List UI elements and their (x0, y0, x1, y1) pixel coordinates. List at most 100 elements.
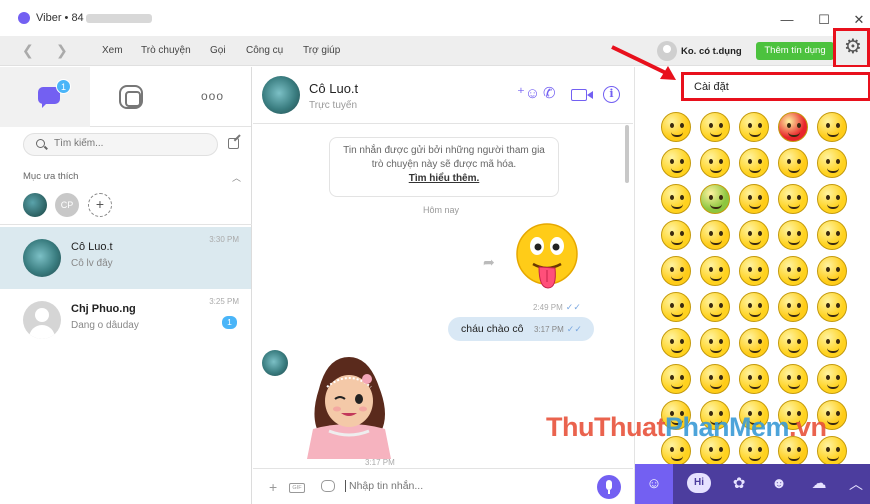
scrollbar[interactable] (625, 125, 629, 183)
emoji-icon[interactable] (778, 112, 808, 142)
emoji-icon[interactable] (778, 256, 808, 286)
add-participant-icon[interactable]: ⁺☺ (517, 86, 540, 101)
encryption-text: Tin nhắn được gửi bởi những người tham g… (343, 145, 545, 170)
close-icon[interactable]: ✕ (852, 12, 866, 28)
account-name[interactable]: Ko. có t.dụng (681, 46, 742, 57)
learn-more-link[interactable]: Tìm hiểu thêm. (330, 172, 558, 186)
emoji-icon[interactable] (778, 184, 808, 214)
settings-gear-highlight[interactable]: ⚙ (833, 28, 870, 68)
avatar (23, 301, 61, 339)
emoji-icon[interactable] (778, 292, 808, 322)
emoji-icon[interactable] (700, 256, 730, 286)
search-input[interactable] (54, 138, 214, 149)
forward-icon[interactable]: ➦ (483, 254, 495, 271)
conversation-name: Chj Phuo.ng (71, 303, 136, 315)
sender-avatar[interactable] (262, 350, 288, 376)
phone-call-icon[interactable]: ✆ (543, 86, 556, 101)
chevron-up-icon[interactable]: ︿ (232, 171, 241, 184)
emoji-icon[interactable] (739, 112, 769, 142)
emoji-icon[interactable] (661, 220, 691, 250)
emoji-icon[interactable] (778, 148, 808, 178)
message-input[interactable] (345, 480, 585, 492)
favorite-avatar[interactable]: CP (55, 193, 79, 217)
add-favorite-button[interactable]: + (88, 193, 112, 217)
emoji-icon[interactable] (817, 292, 847, 322)
menu-call[interactable]: Gọi (210, 45, 226, 56)
emoji-icon[interactable] (739, 184, 769, 214)
forward-arrow-icon[interactable]: ❯ (56, 42, 68, 59)
divider (0, 224, 252, 225)
contact-avatar[interactable] (262, 76, 300, 114)
tab-explore[interactable] (119, 85, 143, 109)
video-call-icon[interactable] (571, 89, 593, 101)
info-icon[interactable]: i (603, 86, 620, 103)
settings-label[interactable]: Cài đặt (694, 81, 729, 93)
emoji-icon[interactable] (817, 256, 847, 286)
emoji-icon[interactable] (661, 112, 691, 142)
emoji-icon[interactable] (778, 220, 808, 250)
emoji-icon[interactable] (700, 148, 730, 178)
favorite-avatar[interactable] (23, 193, 47, 217)
message-time: 3:17 PM ✓✓ (534, 324, 582, 334)
conversation-item[interactable]: Chj Phuo.ng Dang o dâuday 3:25 PM 1 (0, 289, 251, 351)
emoji-icon[interactable] (661, 292, 691, 322)
emoji-icon[interactable] (817, 364, 847, 394)
conversation-preview: Dang o dâuday (71, 320, 139, 331)
search-box[interactable] (23, 133, 218, 156)
emoji-icon[interactable] (700, 220, 730, 250)
emoji-icon[interactable] (739, 364, 769, 394)
emoji-icon[interactable] (739, 148, 769, 178)
menu-tools[interactable]: Công cụ (246, 45, 283, 56)
tongue-out-sticker[interactable] (515, 222, 579, 300)
cloud-sticker-tab-icon[interactable]: ☁ (807, 472, 831, 496)
emoji-icon[interactable] (817, 328, 847, 358)
gear-icon[interactable]: ⚙ (844, 37, 862, 57)
emoji-icon[interactable] (661, 364, 691, 394)
emoji-icon[interactable] (739, 220, 769, 250)
emoji-icon[interactable] (700, 184, 730, 214)
cat-sticker-tab-icon[interactable]: ☻ (767, 472, 791, 496)
sticker-pack-tab-icon[interactable]: ✿ (727, 472, 751, 496)
tab-chats[interactable]: 1 (0, 67, 90, 127)
compose-icon[interactable] (228, 138, 239, 149)
emoji-icon[interactable] (700, 292, 730, 322)
gif-icon[interactable]: GIF (289, 483, 305, 493)
back-arrow-icon[interactable]: ❮ (22, 42, 34, 59)
emoji-icon[interactable] (700, 364, 730, 394)
minimize-icon[interactable]: — (780, 12, 794, 27)
emoji-icon[interactable] (739, 256, 769, 286)
emoji-icon[interactable] (817, 184, 847, 214)
emoji-icon[interactable] (661, 184, 691, 214)
emoji-icon[interactable] (700, 328, 730, 358)
emoji-icon[interactable] (778, 364, 808, 394)
winking-girl-sticker[interactable] (299, 349, 399, 459)
emoji-icon[interactable] (739, 328, 769, 358)
outgoing-message[interactable]: cháu chào cô 3:17 PM ✓✓ (448, 317, 594, 341)
emoji-icon[interactable] (817, 220, 847, 250)
maximize-icon[interactable]: ☐ (817, 12, 831, 28)
emoji-icon[interactable] (778, 328, 808, 358)
plus-icon[interactable]: + (269, 479, 277, 495)
microphone-icon[interactable] (597, 475, 621, 499)
menu-bar: ❮ ❯ Xem Trò chuyện Gọi Công cụ Trợ giúp … (0, 36, 870, 66)
tab-more[interactable]: ooo (201, 89, 224, 103)
menu-view[interactable]: Xem (102, 45, 123, 56)
emoji-icon[interactable] (661, 148, 691, 178)
emoji-icon[interactable] (739, 292, 769, 322)
emoji-icon[interactable] (700, 112, 730, 142)
settings-menu-item[interactable]: Cài đặt (681, 72, 870, 101)
account-avatar[interactable] (657, 41, 677, 61)
emoji-icon[interactable] (817, 112, 847, 142)
menu-help[interactable]: Trợ giúp (303, 45, 340, 56)
menu-conversation[interactable]: Trò chuyện (141, 45, 191, 56)
emoji-icon[interactable] (661, 256, 691, 286)
emoji-tab-icon[interactable]: ☺ (635, 464, 673, 504)
emoji-icon[interactable] (817, 148, 847, 178)
hi-sticker-tab-icon[interactable]: Hi (687, 473, 711, 493)
conversation-item[interactable]: Cô Luo.t Cô lv đây 3:30 PM (0, 227, 251, 289)
buy-credit-button[interactable]: Thêm tín dụng (756, 42, 834, 60)
contact-name[interactable]: Cô Luo.t (309, 81, 358, 96)
sticker-icon[interactable] (321, 480, 335, 492)
emoji-icon[interactable] (661, 328, 691, 358)
chevron-up-icon[interactable]: ︿ (849, 474, 863, 494)
